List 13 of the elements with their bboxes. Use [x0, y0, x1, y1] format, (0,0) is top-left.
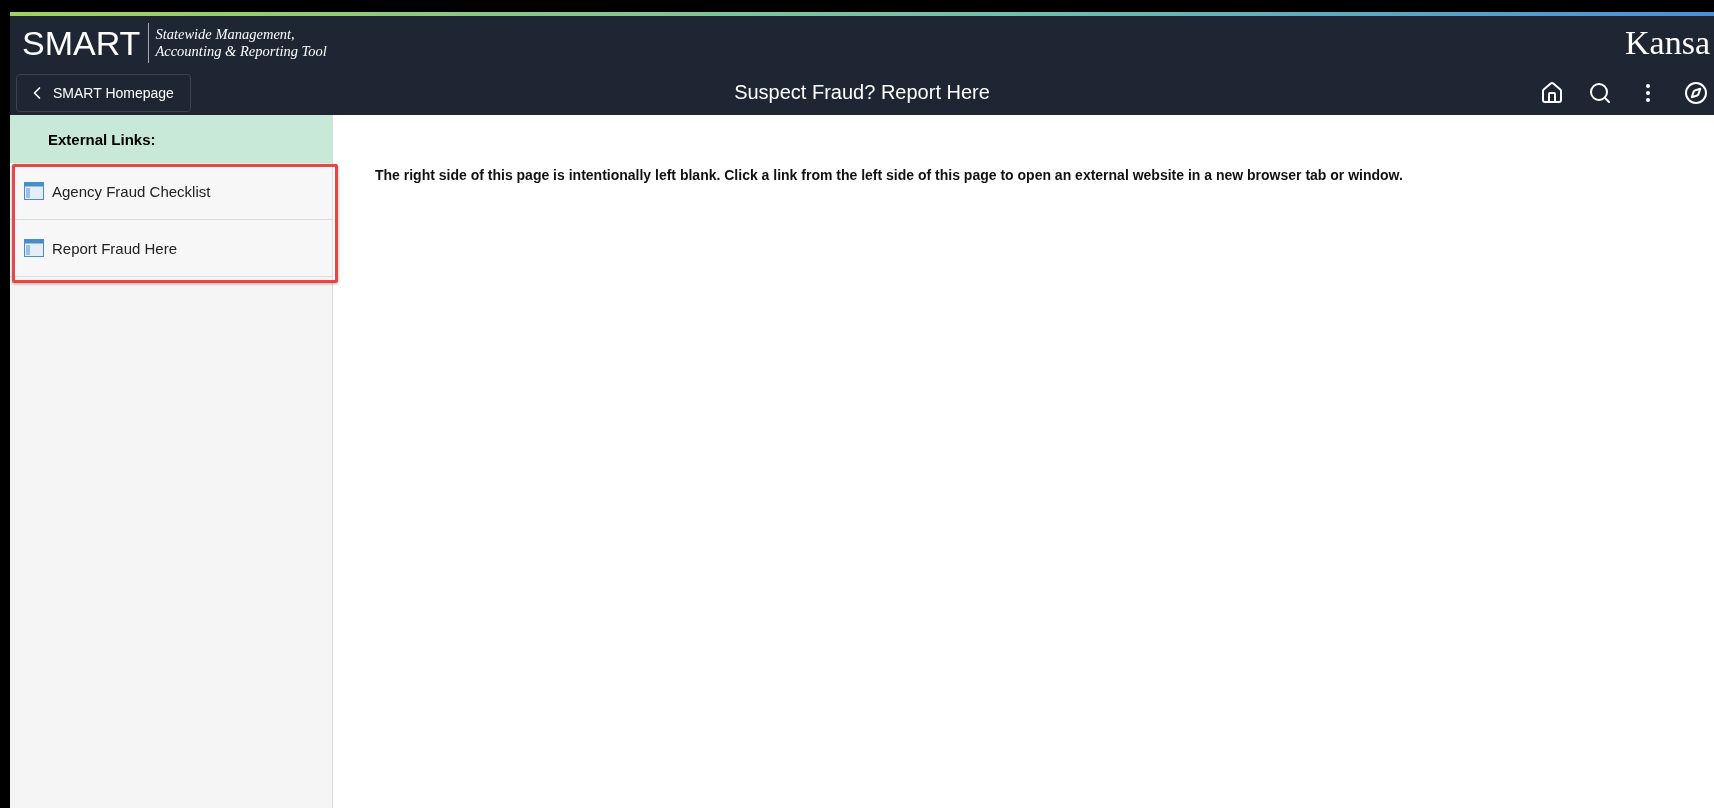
- home-icon[interactable]: [1540, 80, 1564, 105]
- search-icon[interactable]: [1588, 80, 1612, 105]
- app-logo: SMART: [22, 23, 150, 63]
- page-icon: [24, 182, 44, 200]
- app-tagline: Statewide Management,: [154, 26, 296, 43]
- sidebar-heading: External Links:: [10, 115, 332, 163]
- compass-icon[interactable]: [1684, 80, 1708, 105]
- page-icon: [24, 239, 44, 257]
- app-tagline: Accounting & Reporting Tool: [154, 43, 327, 60]
- page-title: Suspect Fraud? Report Here: [734, 81, 990, 104]
- back-button[interactable]: SMART Homepage: [16, 73, 191, 112]
- info-message: The right side of this page is intentionally left blank. Click a link from the left side of this page to open an external website in a new browser tab or window.: [375, 167, 1404, 183]
- state-logo: Kansa: [1625, 24, 1710, 62]
